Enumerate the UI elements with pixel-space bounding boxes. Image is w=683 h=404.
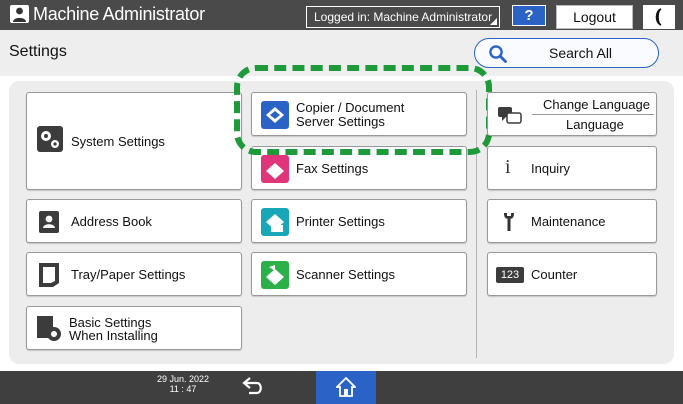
system-settings-button[interactable]: System Settings: [26, 92, 242, 190]
copier-icon: [261, 101, 289, 129]
change-language-button[interactable]: Change Language Language: [487, 92, 657, 136]
inquiry-button[interactable]: i Inquiry: [487, 146, 657, 190]
printer-icon: [261, 208, 289, 236]
search-icon: [489, 45, 507, 63]
search-all-button[interactable]: Search All: [474, 38, 659, 68]
tray-paper-settings-label: Tray/Paper Settings: [71, 267, 186, 282]
top-bar: Machine Administrator Logged in: Machine…: [0, 0, 683, 30]
column-divider: [476, 90, 477, 358]
gears-icon: [37, 126, 63, 152]
printer-settings-label: Printer Settings: [296, 214, 385, 229]
date-text: 29 Jun. 2022: [156, 374, 210, 384]
basic-settings-when-installing-button[interactable]: Basic Settings When Installing: [26, 306, 242, 350]
system-settings-label: System Settings: [71, 134, 165, 149]
fax-settings-label: Fax Settings: [296, 161, 369, 176]
scanner-icon: [261, 261, 289, 289]
basic-settings-label-line2: When Installing: [69, 328, 158, 343]
fax-icon: [261, 155, 289, 183]
time-text: 11 : 47: [169, 384, 197, 394]
change-language-divider: [532, 114, 654, 115]
maintenance-label: Maintenance: [531, 214, 606, 229]
home-button[interactable]: [316, 371, 376, 404]
back-button[interactable]: [241, 376, 267, 398]
counter-icon: 123: [496, 267, 524, 283]
language-icon: [498, 107, 522, 124]
header-row: Settings Search All: [0, 30, 683, 76]
scanner-settings-label: Scanner Settings: [296, 267, 396, 282]
setup-gear-icon: [37, 316, 61, 341]
moon-icon: [655, 8, 662, 26]
tray-paper-settings-button[interactable]: Tray/Paper Settings: [26, 252, 242, 296]
login-status[interactable]: Logged in: Machine Administrator: [306, 6, 500, 28]
copier-label-line1: Copier / Document: [296, 100, 405, 115]
login-status-text: Logged in: Machine Administrator: [314, 10, 493, 24]
printer-settings-button[interactable]: Printer Settings: [251, 199, 467, 243]
counter-label: Counter: [531, 267, 578, 282]
copier-document-server-settings-button[interactable]: Copier / Document Server Settings: [251, 92, 467, 136]
address-book-icon: [39, 211, 59, 233]
paper-tray-icon: [39, 263, 59, 287]
info-icon: i: [505, 156, 511, 178]
logout-button[interactable]: Logout: [556, 5, 633, 29]
corner-triangle-icon: [490, 18, 497, 25]
address-book-label: Address Book: [71, 214, 152, 229]
date-time: 29 Jun. 2022 11 : 47: [153, 374, 213, 394]
fax-settings-button[interactable]: Fax Settings: [251, 146, 467, 190]
change-language-title: Change Language: [543, 97, 650, 112]
page-title: Settings: [9, 43, 67, 60]
inquiry-label: Inquiry: [531, 161, 571, 176]
person-icon: [10, 5, 29, 23]
change-language-value: Language: [566, 117, 624, 132]
maintenance-button[interactable]: Maintenance: [487, 199, 657, 243]
wrench-icon: [504, 213, 514, 231]
bottom-bar: 29 Jun. 2022 11 : 47: [0, 371, 683, 404]
scanner-settings-button[interactable]: Scanner Settings: [251, 252, 467, 296]
search-all-label: Search All: [549, 45, 613, 61]
copier-label-line2: Server Settings: [296, 114, 385, 129]
help-button[interactable]: ?: [512, 5, 546, 26]
energy-saver-button[interactable]: [643, 5, 675, 29]
back-arrow-icon: [242, 377, 262, 395]
app-title: Machine Administrator: [33, 4, 205, 24]
counter-button[interactable]: 123 Counter: [487, 252, 657, 296]
address-book-button[interactable]: Address Book: [26, 199, 242, 243]
home-icon: [336, 377, 356, 397]
